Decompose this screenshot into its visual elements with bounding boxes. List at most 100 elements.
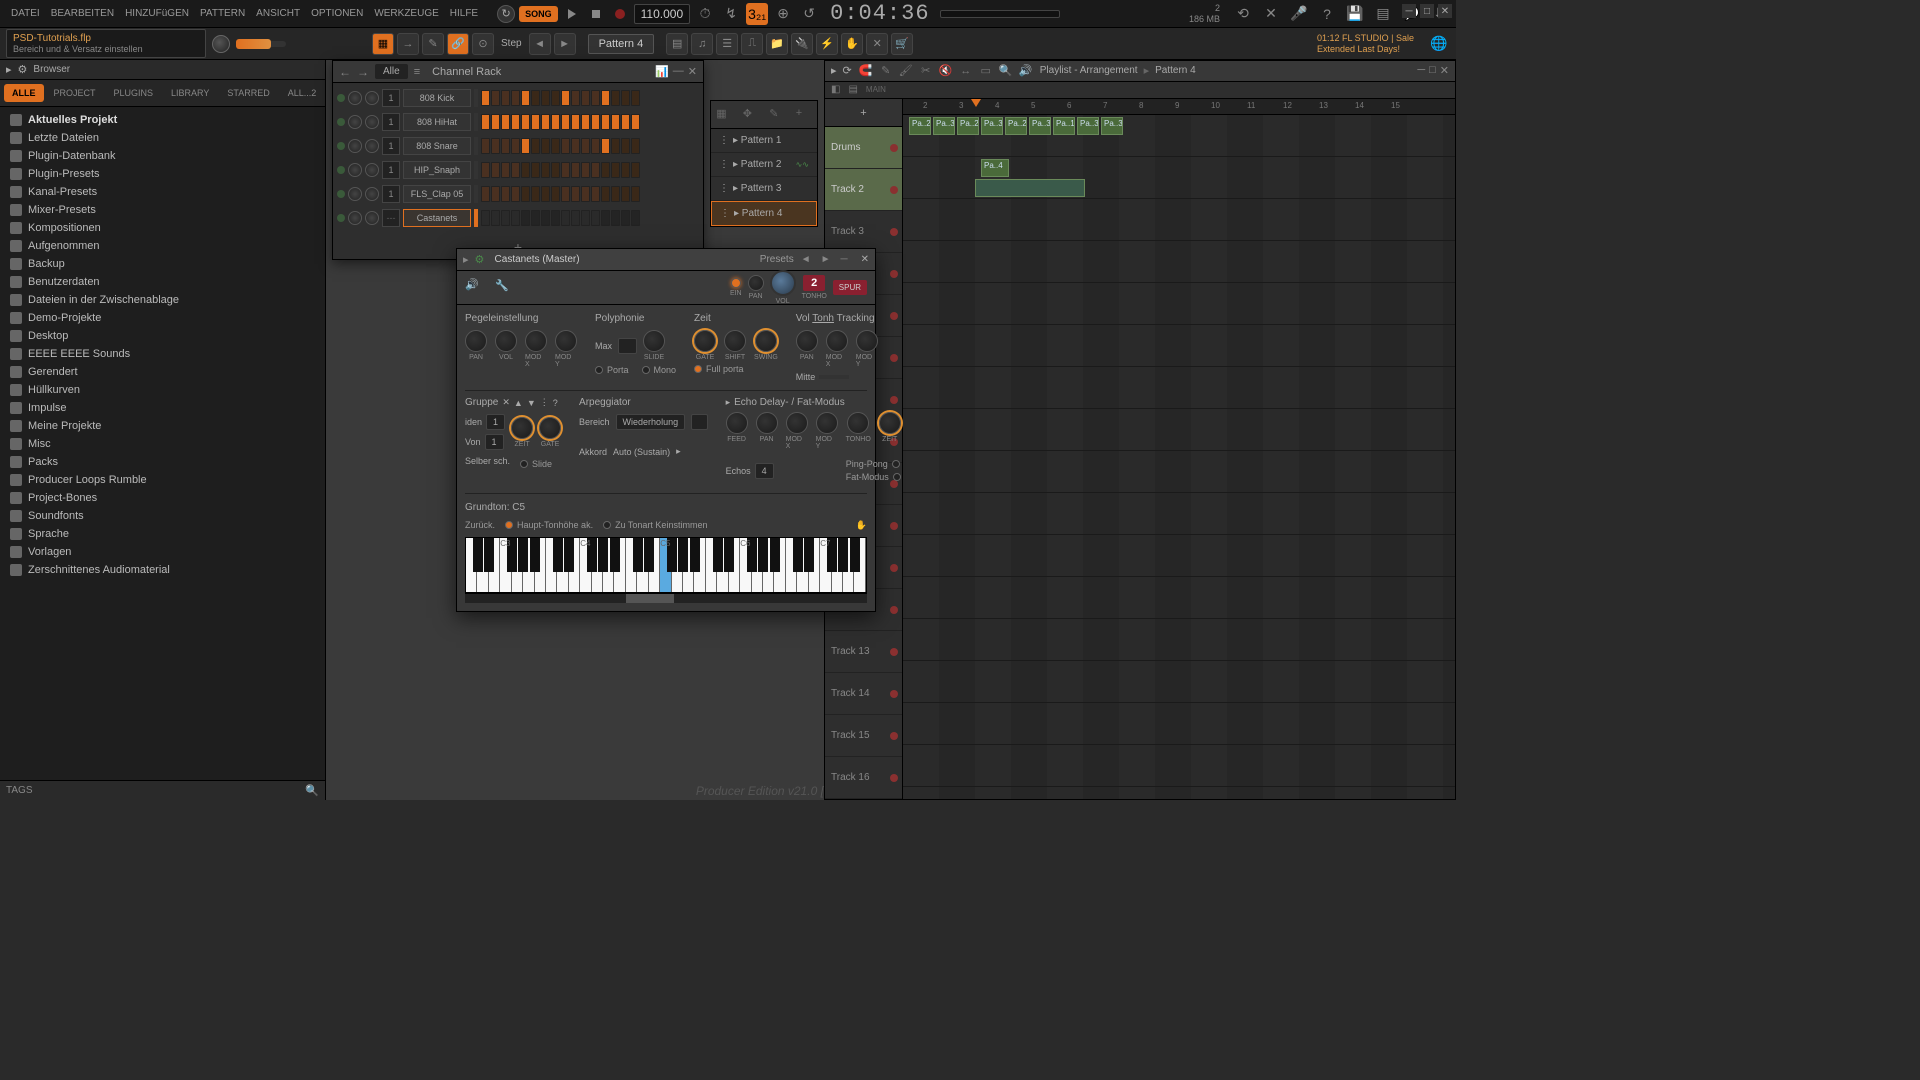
pattern-clip[interactable]: Pa..3 <box>1101 117 1123 135</box>
pl-zoom-icon[interactable]: 🔍 <box>998 63 1014 79</box>
channel-name-button[interactable]: 808 HiHat <box>403 113 471 131</box>
channel-led[interactable] <box>337 214 345 222</box>
pan-knob-top[interactable] <box>748 275 764 291</box>
black-key[interactable] <box>838 538 848 572</box>
time-display[interactable]: 0:04:36 <box>830 1 929 26</box>
track-mute-led[interactable] <box>890 522 898 530</box>
pattern-item[interactable]: ⋮▸ Pattern 2∿∿ <box>711 153 817 177</box>
step-cell[interactable] <box>531 186 540 202</box>
plugin-close-icon[interactable]: ✕ <box>861 254 869 265</box>
clip-row[interactable]: Pa..4 <box>903 157 1455 199</box>
step-cell[interactable] <box>631 210 640 226</box>
channel-number[interactable]: 1 <box>382 185 400 203</box>
track-header[interactable]: Drums <box>825 127 902 169</box>
step-cell[interactable] <box>551 114 560 130</box>
menu-bearbeiten[interactable]: BEARBEITEN <box>46 4 119 23</box>
countdown-icon[interactable]: 3₂₁ <box>746 3 768 25</box>
shift-knob[interactable] <box>724 330 746 352</box>
step-cell[interactable] <box>621 210 630 226</box>
step-cell[interactable] <box>581 114 590 130</box>
cr-back-icon[interactable]: ← <box>339 65 351 79</box>
view-touch-icon[interactable]: ✋ <box>841 33 863 55</box>
mitte-slider[interactable] <box>819 375 849 379</box>
preset-prev-icon[interactable]: ◄ <box>798 254 814 265</box>
tonart-radio[interactable]: Zu Tonart Keinstimmen <box>603 520 707 530</box>
channel-name-button[interactable]: FLS_Clap 05 <box>403 185 471 203</box>
step-cell[interactable] <box>591 138 600 154</box>
channel-led[interactable] <box>337 166 345 174</box>
song-mode-button[interactable]: SONG <box>519 6 558 22</box>
clip-row[interactable] <box>903 283 1455 325</box>
clip-row[interactable] <box>903 535 1455 577</box>
channel-pan-knob[interactable] <box>348 211 362 225</box>
clip-row[interactable] <box>903 199 1455 241</box>
track-mute-led[interactable] <box>890 774 898 782</box>
step-cell[interactable] <box>591 162 600 178</box>
channel-number[interactable]: 1 <box>382 161 400 179</box>
clip-row[interactable] <box>903 577 1455 619</box>
view-channel-icon[interactable]: ☰ <box>716 33 738 55</box>
tree-item[interactable]: Soundfonts <box>0 507 325 525</box>
tab-alle[interactable]: ALLE <box>4 84 44 102</box>
tab-project[interactable]: PROJECT <box>46 84 104 102</box>
track-pan-knob[interactable] <box>796 330 818 352</box>
black-key[interactable] <box>758 538 768 572</box>
channel-number[interactable]: 1 <box>382 137 400 155</box>
channel-pan-knob[interactable] <box>348 187 362 201</box>
step-cell[interactable] <box>511 114 520 130</box>
step-cell[interactable] <box>481 210 490 226</box>
metronome-icon[interactable]: ⏱ <box>694 3 716 25</box>
tree-item[interactable]: Misc <box>0 435 325 453</box>
feed-knob[interactable] <box>726 412 748 434</box>
help-icon[interactable]: ? <box>1316 3 1338 25</box>
step-cell[interactable] <box>501 138 510 154</box>
pp-move-icon[interactable]: ✥ <box>743 107 759 123</box>
step-cell[interactable] <box>491 186 500 202</box>
step-cell[interactable] <box>561 114 570 130</box>
step-cell[interactable] <box>491 210 500 226</box>
tree-item[interactable]: Kompositionen <box>0 219 325 237</box>
slide-check[interactable]: Slide <box>520 459 552 469</box>
view-mixer-icon[interactable]: ⎍ <box>741 33 763 55</box>
fullporta-radio[interactable]: Full porta <box>694 364 778 374</box>
view-shop-icon[interactable]: 🛒 <box>891 33 913 55</box>
browser-menu-icon[interactable]: ▸ <box>6 63 12 76</box>
step-cell[interactable] <box>631 114 640 130</box>
step-cell[interactable] <box>501 162 510 178</box>
clip-row[interactable] <box>903 409 1455 451</box>
play-button[interactable] <box>562 4 582 24</box>
step-cell[interactable] <box>571 114 580 130</box>
pattern-clip[interactable]: Pa..3 <box>1077 117 1099 135</box>
step-cell[interactable] <box>491 114 500 130</box>
step-cell[interactable] <box>501 114 510 130</box>
step-cell[interactable] <box>571 186 580 202</box>
black-key[interactable] <box>713 538 723 572</box>
loop-icon[interactable]: ↺ <box>798 3 820 25</box>
clip-row[interactable] <box>903 241 1455 283</box>
black-key[interactable] <box>793 538 803 572</box>
track-mute-led[interactable] <box>890 186 898 194</box>
black-key[interactable] <box>484 538 494 572</box>
step-cell[interactable] <box>531 210 540 226</box>
step-cell[interactable] <box>581 138 590 154</box>
channel-select-bar[interactable] <box>474 137 478 155</box>
track-header[interactable]: Track 16 <box>825 757 902 799</box>
clip-row[interactable] <box>903 619 1455 661</box>
step-cell[interactable] <box>621 138 630 154</box>
pl-menu-icon[interactable]: ▸ <box>831 64 837 77</box>
studio-info[interactable]: 01:12 FL STUDIO | SaleExtended Last Days… <box>1309 33 1422 55</box>
tree-item[interactable]: Plugin-Datenbank <box>0 147 325 165</box>
mic-icon[interactable]: 🎤 <box>1288 3 1310 25</box>
pp-add-icon[interactable]: + <box>796 107 812 123</box>
pl-mute-icon[interactable]: 🔇 <box>938 63 954 79</box>
search-icon[interactable]: 🔍 <box>305 784 319 797</box>
step-cell[interactable] <box>581 186 590 202</box>
step-cell[interactable] <box>611 162 620 178</box>
step-cell[interactable] <box>531 138 540 154</box>
track-mute-led[interactable] <box>890 648 898 656</box>
porta-radio[interactable]: Porta Mono <box>595 365 676 375</box>
plugin-menu-icon[interactable]: ▸ <box>463 253 469 266</box>
group-down-icon[interactable]: ▼ <box>527 398 536 408</box>
menu-hinzufugen[interactable]: HINZUFüGEN <box>120 4 194 23</box>
pl-brush-icon[interactable]: 🖌 <box>898 63 914 79</box>
